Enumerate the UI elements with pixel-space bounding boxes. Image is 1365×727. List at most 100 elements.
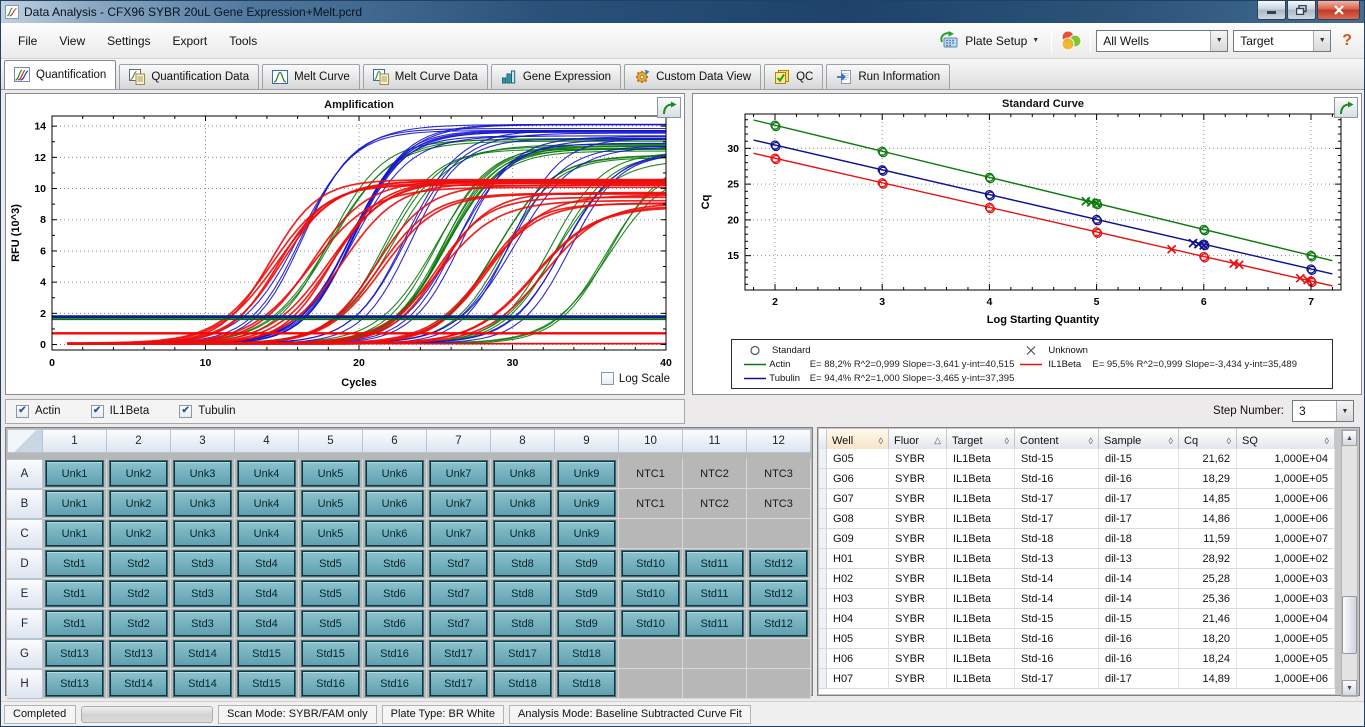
well-A6[interactable]: Unk6 (363, 459, 427, 489)
well-C9[interactable]: Unk9 (555, 519, 619, 549)
well-H3[interactable]: Std14 (171, 669, 235, 699)
tab-qc[interactable]: QC (764, 64, 823, 89)
wells-select[interactable]: All Wells ▼ (1096, 30, 1228, 52)
well-B10[interactable]: NTC1 (619, 489, 683, 519)
tab-melt-curve-data[interactable]: Melt Curve Data (363, 64, 488, 89)
well-H9[interactable]: Std18 (555, 669, 619, 699)
well-A9[interactable]: Unk9 (555, 459, 619, 489)
well-D12[interactable]: Std12 (747, 549, 811, 579)
well-G8[interactable]: Std17 (491, 639, 555, 669)
well-D6[interactable]: Std6 (363, 549, 427, 579)
well-E1[interactable]: Std1 (43, 579, 107, 609)
plate-col-header-2[interactable]: 2 (107, 429, 171, 453)
well-G1[interactable]: Std13 (43, 639, 107, 669)
trace-mode-select[interactable]: Target ▼ (1233, 30, 1331, 52)
well-C4[interactable]: Unk4 (235, 519, 299, 549)
well-F12[interactable]: Std12 (747, 609, 811, 639)
scrollbar-track[interactable] (1342, 446, 1357, 680)
tab-quantification-data[interactable]: Quantification Data (119, 64, 259, 89)
well-E4[interactable]: Std4 (235, 579, 299, 609)
well-A12[interactable]: NTC3 (747, 459, 811, 489)
well-C1[interactable]: Unk1 (43, 519, 107, 549)
well-F1[interactable]: Std1 (43, 609, 107, 639)
well-B12[interactable]: NTC3 (747, 489, 811, 519)
well-A7[interactable]: Unk7 (427, 459, 491, 489)
well-G4[interactable]: Std15 (235, 639, 299, 669)
well-B11[interactable]: NTC2 (683, 489, 747, 519)
plate-col-header-9[interactable]: 9 (555, 429, 619, 453)
plate-row-header-H[interactable]: H (7, 669, 43, 699)
well-C2[interactable]: Unk2 (107, 519, 171, 549)
plate-col-header-6[interactable]: 6 (363, 429, 427, 453)
well-G7[interactable]: Std17 (427, 639, 491, 669)
well-A4[interactable]: Unk4 (235, 459, 299, 489)
standard-curve-chart[interactable]: Standard Curve23456715202530CqLog Starti… (693, 94, 1361, 332)
plate-col-header-5[interactable]: 5 (299, 429, 363, 453)
well-B8[interactable]: Unk8 (491, 489, 555, 519)
well-B3[interactable]: Unk3 (171, 489, 235, 519)
tab-custom-data-view[interactable]: Custom Data View (624, 64, 761, 89)
well-F4[interactable]: Std4 (235, 609, 299, 639)
restore-button[interactable] (1287, 1, 1316, 20)
plate-row-header-C[interactable]: C (7, 519, 43, 549)
well-D11[interactable]: Std11 (683, 549, 747, 579)
minimize-button[interactable] (1257, 1, 1286, 20)
plate-col-header-8[interactable]: 8 (491, 429, 555, 453)
scroll-down-icon[interactable]: ▼ (1342, 680, 1357, 696)
well-C8[interactable]: Unk8 (491, 519, 555, 549)
plate-col-header-4[interactable]: 4 (235, 429, 299, 453)
well-F8[interactable]: Std8 (491, 609, 555, 639)
plate-col-header-11[interactable]: 11 (683, 429, 747, 453)
plate-row-header-F[interactable]: F (7, 609, 43, 639)
chart-menu-button[interactable] (657, 97, 681, 118)
well-F2[interactable]: Std2 (107, 609, 171, 639)
target-checkbox-tubulin[interactable]: ✔Tubulin (179, 405, 235, 418)
well-F5[interactable]: Std5 (299, 609, 363, 639)
plate-col-header-3[interactable]: 3 (171, 429, 235, 453)
well-F10[interactable]: Std10 (619, 609, 683, 639)
plate-col-header-10[interactable]: 10 (619, 429, 683, 453)
well-D4[interactable]: Std4 (235, 549, 299, 579)
menu-tools[interactable]: Tools (218, 30, 268, 52)
plate-row-header-A[interactable]: A (7, 459, 43, 489)
well-F3[interactable]: Std3 (171, 609, 235, 639)
well-F9[interactable]: Std9 (555, 609, 619, 639)
help-icon[interactable]: ? (1336, 32, 1358, 50)
well-E12[interactable]: Std12 (747, 579, 811, 609)
well-C7[interactable]: Unk7 (427, 519, 491, 549)
target-checkbox-il1beta[interactable]: ✔IL1Beta (91, 405, 150, 418)
well-A5[interactable]: Unk5 (299, 459, 363, 489)
well-H8[interactable]: Std18 (491, 669, 555, 699)
plate-row-header-G[interactable]: G (7, 639, 43, 669)
scrollbar-thumb[interactable] (1342, 596, 1357, 654)
well-D1[interactable]: Std1 (43, 549, 107, 579)
well-E5[interactable]: Std5 (299, 579, 363, 609)
well-E2[interactable]: Std2 (107, 579, 171, 609)
well-A10[interactable]: NTC1 (619, 459, 683, 489)
well-E8[interactable]: Std8 (491, 579, 555, 609)
step-number-select[interactable]: 3 ▼ (1292, 400, 1354, 422)
well-G2[interactable]: Std13 (107, 639, 171, 669)
amplification-chart[interactable]: Amplification01020304002468101214RFU (10… (6, 94, 684, 394)
well-F6[interactable]: Std6 (363, 609, 427, 639)
well-C6[interactable]: Unk6 (363, 519, 427, 549)
well-D8[interactable]: Std8 (491, 549, 555, 579)
tab-run-information[interactable]: Run Information (826, 64, 950, 89)
well-D9[interactable]: Std9 (555, 549, 619, 579)
plate-col-header-1[interactable]: 1 (43, 429, 107, 453)
menu-settings[interactable]: Settings (96, 30, 161, 52)
well-H6[interactable]: Std16 (363, 669, 427, 699)
well-E6[interactable]: Std6 (363, 579, 427, 609)
well-H1[interactable]: Std13 (43, 669, 107, 699)
well-H2[interactable]: Std14 (107, 669, 171, 699)
menu-file[interactable]: File (7, 30, 48, 52)
well-G5[interactable]: Std15 (299, 639, 363, 669)
table-scrollbar[interactable]: ▲ ▼ (1341, 429, 1358, 697)
plate-col-header-12[interactable]: 12 (747, 429, 811, 453)
tab-gene-expression[interactable]: Gene Expression (491, 64, 621, 89)
dye-colors-icon[interactable] (1057, 29, 1085, 53)
plate-row-header-D[interactable]: D (7, 549, 43, 579)
well-H7[interactable]: Std17 (427, 669, 491, 699)
close-button[interactable] (1317, 1, 1360, 20)
well-F11[interactable]: Std11 (683, 609, 747, 639)
